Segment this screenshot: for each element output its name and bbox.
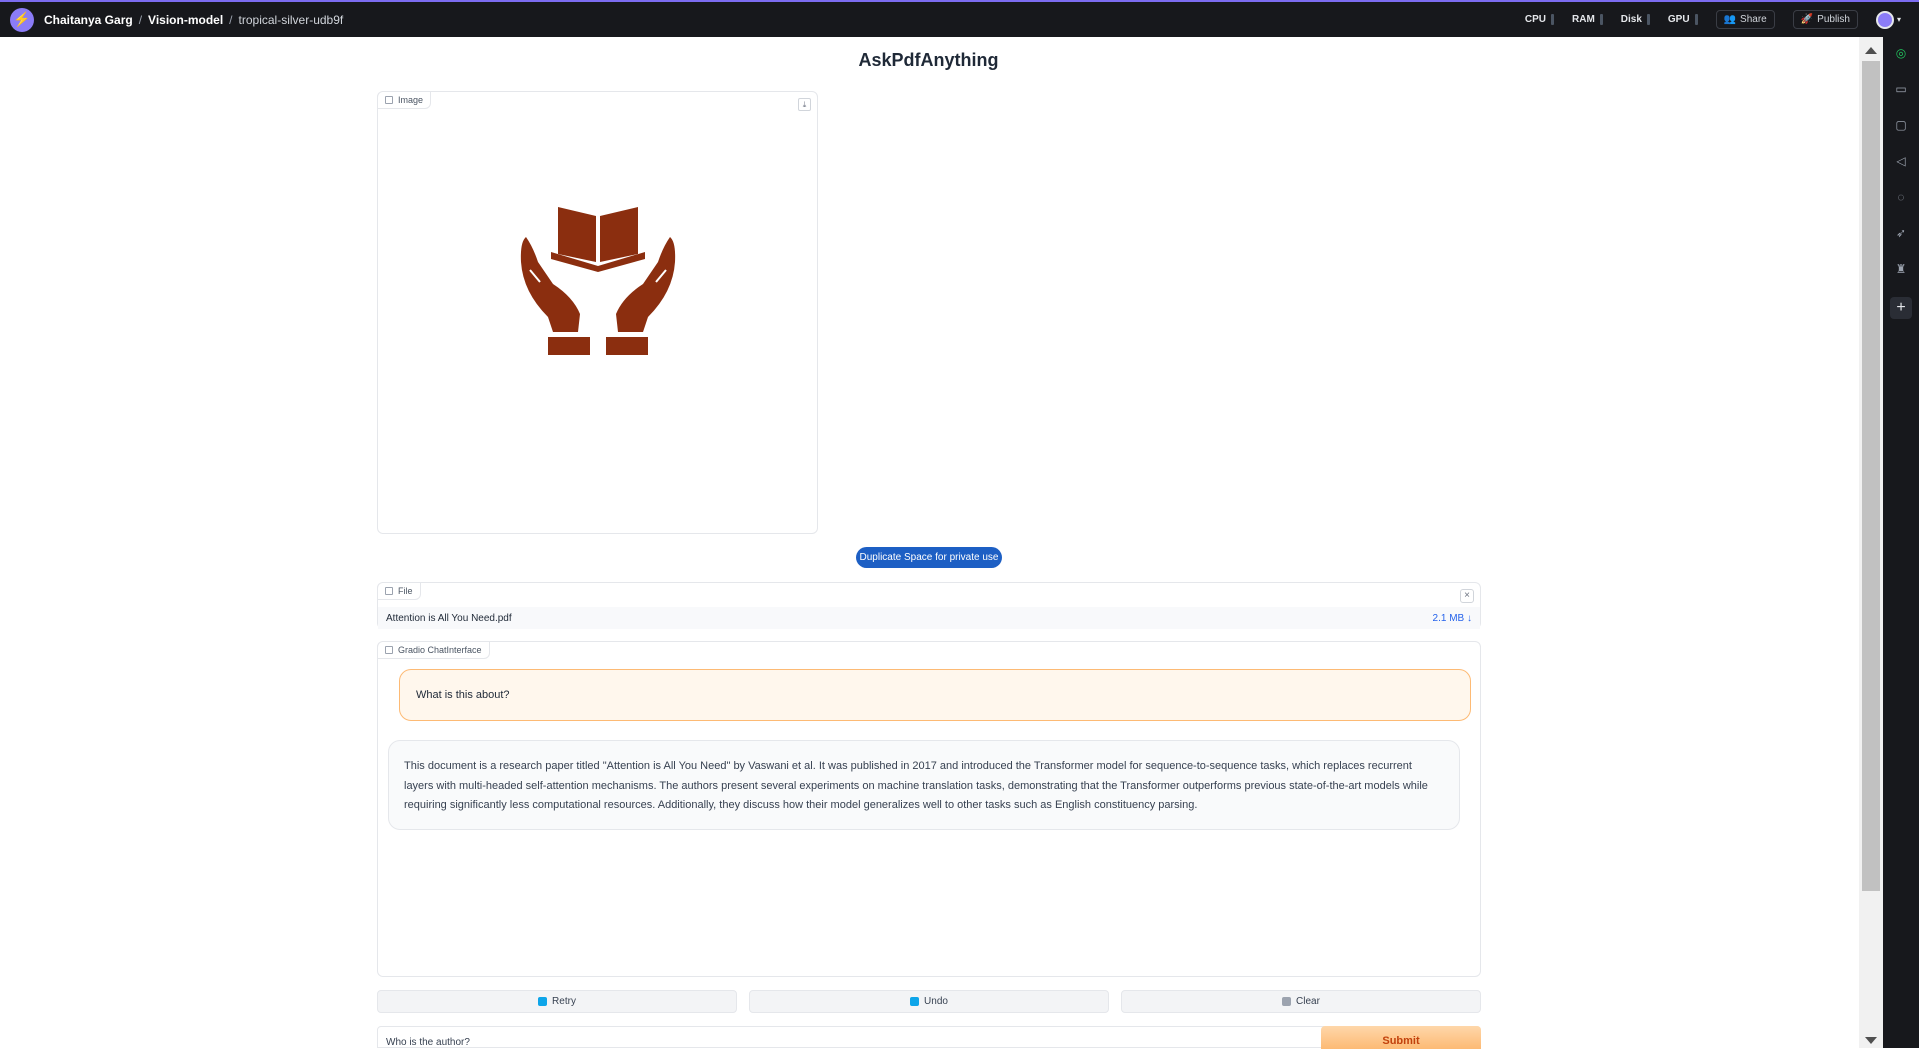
avatar — [1875, 10, 1894, 29]
add-icon[interactable]: + — [1890, 297, 1912, 319]
ram-label: RAM — [1572, 14, 1595, 25]
ram-meter: RAM — [1572, 14, 1603, 25]
top-bar: ⚡ Chaitanya Garg / Vision-model / tropic… — [0, 0, 1919, 37]
cpu-meter: CPU — [1525, 14, 1554, 25]
share-button[interactable]: 👥 Share — [1715, 10, 1775, 29]
app-logo-icon[interactable]: ⚡ — [10, 7, 34, 32]
image-label: Image — [398, 95, 424, 105]
status-icon[interactable]: ◎ — [1893, 45, 1909, 61]
vscode-icon[interactable]: ◁ — [1893, 153, 1909, 169]
duplicate-space-button[interactable]: Duplicate Space for private use — [856, 547, 1002, 568]
file-name[interactable]: Attention is All You Need.pdf — [386, 613, 512, 624]
breadcrumb-project[interactable]: Vision-model — [148, 13, 223, 27]
download-icon[interactable]: ⤓ — [798, 98, 811, 111]
gpu-label: GPU — [1667, 14, 1690, 25]
shirt-icon[interactable]: ♜ — [1893, 261, 1909, 277]
scroll-up-icon[interactable] — [1865, 47, 1877, 54]
file-label-tag: File — [377, 582, 421, 600]
retry-label: Retry — [552, 996, 576, 1007]
clear-label: Clear — [1296, 996, 1320, 1007]
undo-icon — [910, 997, 920, 1006]
file-panel: File × Attention is All You Need.pdf 2.1… — [377, 582, 1481, 629]
retry-icon — [538, 997, 548, 1006]
terminal-icon[interactable]: ▭ — [1893, 81, 1909, 97]
disk-meter: Disk — [1621, 14, 1650, 25]
gpu-bar — [1694, 14, 1698, 25]
publish-button[interactable]: 🚀 Publish — [1792, 10, 1858, 29]
image-icon — [385, 96, 393, 104]
chat-icon — [385, 646, 393, 654]
undo-label: Undo — [924, 996, 948, 1007]
retry-button[interactable]: Retry — [377, 990, 737, 1013]
chat-label: Gradio ChatInterface — [398, 645, 482, 655]
gpu-meter: GPU — [1668, 14, 1698, 25]
breadcrumb: Chaitanya Garg / Vision-model / tropical… — [44, 13, 343, 27]
clear-button[interactable]: Clear — [1121, 990, 1481, 1013]
file-row: Attention is All You Need.pdf 2.1 MB ↓ — [378, 607, 1480, 629]
book-hands-logo-icon — [520, 207, 676, 355]
file-size-download-link[interactable]: 2.1 MB ↓ — [1433, 613, 1472, 624]
close-icon[interactable]: × — [1460, 589, 1474, 603]
publish-label: Publish — [1817, 14, 1850, 25]
right-tool-rail: ◎ ▭ ▢ ◁ ◌ ➶ ♜ + — [1883, 37, 1919, 1048]
cpu-label: CPU — [1524, 14, 1546, 25]
file-label: File — [398, 586, 413, 596]
account-menu[interactable]: ▾ — [1875, 10, 1901, 29]
share-label: Share — [1740, 14, 1767, 25]
users-icon: 👥 — [1723, 14, 1737, 25]
breadcrumb-user[interactable]: Chaitanya Garg — [44, 13, 133, 27]
chat-input[interactable] — [378, 1027, 1318, 1049]
undo-button[interactable]: Undo — [749, 990, 1109, 1013]
chat-label-tag: Gradio ChatInterface — [377, 641, 490, 659]
folder-icon[interactable]: ▢ — [1893, 117, 1909, 133]
breadcrumb-separator: / — [229, 12, 233, 27]
bot-message: This document is a research paper titled… — [388, 740, 1460, 830]
file-icon — [385, 587, 393, 595]
disk-bar — [1646, 14, 1650, 25]
image-label-tag: Image — [377, 91, 432, 109]
page-title: AskPdfAnything — [858, 50, 999, 70]
trash-icon — [1282, 997, 1292, 1006]
submit-button[interactable]: Submit — [1321, 1026, 1481, 1049]
cpu-bar — [1551, 14, 1554, 25]
scroll-down-icon[interactable] — [1865, 1037, 1877, 1044]
breadcrumb-workspace[interactable]: tropical-silver-udb9f — [239, 13, 344, 27]
chat-input-row: Submit — [377, 1026, 1481, 1049]
rocket-icon[interactable]: ➶ — [1893, 225, 1909, 241]
rocket-icon: 🚀 — [1800, 14, 1814, 25]
chat-panel: Gradio ChatInterface What is this about?… — [377, 641, 1481, 977]
breadcrumb-separator: / — [138, 12, 143, 27]
loading-icon[interactable]: ◌ — [1893, 189, 1909, 205]
ram-bar — [1599, 14, 1603, 25]
disk-label: Disk — [1620, 14, 1642, 25]
scrollbar-thumb[interactable] — [1862, 61, 1880, 891]
image-panel: Image ⤓ — [377, 91, 818, 534]
page-scrollbar[interactable] — [1859, 37, 1883, 1048]
user-message: What is this about? — [399, 669, 1471, 721]
chevron-down-icon: ▾ — [1896, 15, 1901, 24]
